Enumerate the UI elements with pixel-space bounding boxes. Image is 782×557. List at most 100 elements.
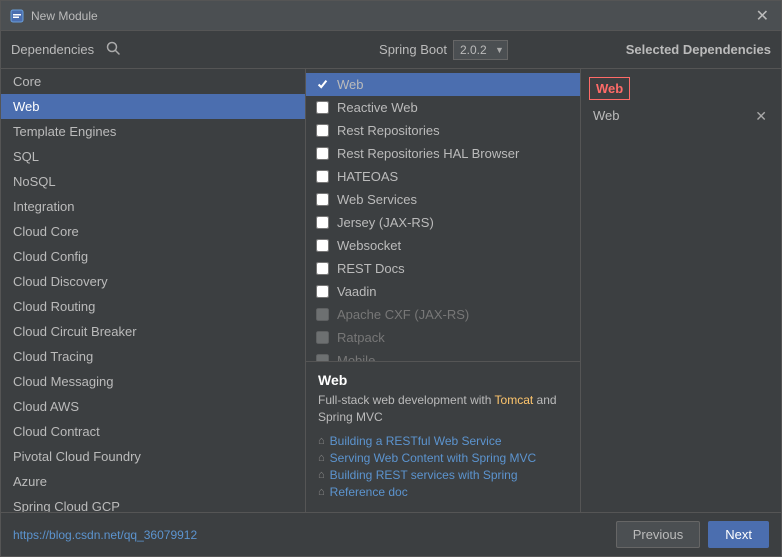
sidebar-item-nosql[interactable]: NoSQL	[1, 169, 305, 194]
top-bar-right: Selected Dependencies	[571, 42, 771, 57]
checkbox-rest-repositories-hal[interactable]	[316, 147, 329, 160]
sidebar-item-template-engines[interactable]: Template Engines	[1, 119, 305, 144]
next-button[interactable]: Next	[708, 521, 769, 548]
detail-highlight: Tomcat	[495, 393, 534, 407]
checkbox-hateoas[interactable]	[316, 170, 329, 183]
detail-panel: Web Full-stack web development with Tomc…	[306, 361, 580, 512]
checkbox-item-web[interactable]: Web	[306, 73, 580, 96]
checkbox-label-web: Web	[337, 77, 364, 92]
sidebar-item-sql[interactable]: SQL	[1, 144, 305, 169]
footer-url-text: https://blog.csdn.net/qq_36079912	[13, 528, 197, 542]
checkbox-rest-docs[interactable]	[316, 262, 329, 275]
checkbox-label-mobile: Mobile	[337, 353, 375, 361]
top-bar-left: Dependencies	[11, 39, 316, 60]
middle-panel: Web Reactive Web Rest Repositories Rest Rep…	[306, 69, 581, 512]
checkbox-item-reactive-web[interactable]: Reactive Web	[306, 96, 580, 119]
checkbox-item-rest-repositories-hal[interactable]: Rest Repositories HAL Browser	[306, 142, 580, 165]
checkbox-jersey[interactable]	[316, 216, 329, 229]
sidebar-item-cloud-aws[interactable]: Cloud AWS	[1, 394, 305, 419]
checkbox-websocket[interactable]	[316, 239, 329, 252]
sidebar-item-cloud-config[interactable]: Cloud Config	[1, 244, 305, 269]
link-icon-link2: ⌂	[318, 452, 325, 464]
sidebar-item-integration[interactable]: Integration	[1, 194, 305, 219]
title-bar: New Module ✕	[1, 1, 781, 31]
sidebar-item-azure[interactable]: Azure	[1, 469, 305, 494]
sidebar-item-cloud-core[interactable]: Cloud Core	[1, 219, 305, 244]
checkbox-label-vaadin: Vaadin	[337, 284, 377, 299]
sidebar-item-cloud-discovery[interactable]: Cloud Discovery	[1, 269, 305, 294]
link-anchor-link1[interactable]: Building a RESTful Web Service	[330, 434, 502, 448]
spring-boot-version-select[interactable]: 2.0.2 2.1.0 2.1.1	[453, 40, 508, 60]
checkbox-web-services[interactable]	[316, 193, 329, 206]
checkbox-rest-repositories[interactable]	[316, 124, 329, 137]
detail-link-link1: ⌂ Building a RESTful Web Service	[318, 434, 568, 448]
link-anchor-link4[interactable]: Reference doc	[330, 485, 408, 499]
selected-chip-remove-button[interactable]: ✕	[753, 109, 769, 123]
checkbox-item-rest-docs[interactable]: REST Docs	[306, 257, 580, 280]
link-icon-link1: ⌂	[318, 435, 325, 447]
detail-link-link4: ⌂ Reference doc	[318, 485, 568, 499]
checkbox-reactive-web[interactable]	[316, 101, 329, 114]
selected-dependencies-label: Selected Dependencies	[626, 42, 771, 57]
selected-chip-web: Web ✕	[589, 106, 773, 125]
dialog-title: New Module	[31, 9, 752, 23]
checkbox-apache-cxf	[316, 308, 329, 321]
checkbox-label-jersey: Jersey (JAX-RS)	[337, 215, 434, 230]
checkbox-item-web-services[interactable]: Web Services	[306, 188, 580, 211]
checkbox-label-rest-repositories: Rest Repositories	[337, 123, 440, 138]
checkbox-item-rest-repositories[interactable]: Rest Repositories	[306, 119, 580, 142]
checkbox-item-jersey[interactable]: Jersey (JAX-RS)	[306, 211, 580, 234]
selected-group: Web Web ✕	[589, 77, 773, 125]
detail-link-link3: ⌂ Building REST services with Spring	[318, 468, 568, 482]
close-button[interactable]: ✕	[752, 6, 773, 26]
selected-group-title: Web	[589, 77, 630, 100]
checkbox-label-web-services: Web Services	[337, 192, 417, 207]
spring-boot-label: Spring Boot	[379, 42, 447, 57]
sidebar-item-cloud-messaging[interactable]: Cloud Messaging	[1, 369, 305, 394]
sidebar-item-cloud-routing[interactable]: Cloud Routing	[1, 294, 305, 319]
detail-description: Full-stack web development with Tomcat a…	[318, 392, 568, 426]
top-bar: Dependencies Spring Boot 2.0.2 2.1.0 2.1…	[1, 31, 781, 69]
sidebar-item-pivotal-cloud-foundry[interactable]: Pivotal Cloud Foundry	[1, 444, 305, 469]
checkbox-item-vaadin[interactable]: Vaadin	[306, 280, 580, 303]
spring-boot-version-wrapper: 2.0.2 2.1.0 2.1.1	[453, 40, 508, 60]
new-module-dialog: New Module ✕ Dependencies Spring Boot 2.…	[0, 0, 782, 557]
checkbox-item-mobile[interactable]: Mobile	[306, 349, 580, 361]
checkbox-item-websocket[interactable]: Websocket	[306, 234, 580, 257]
main-area: CoreWebTemplate EnginesSQLNoSQLIntegrati…	[1, 69, 781, 512]
right-panel: Web Web ✕	[581, 69, 781, 512]
checkbox-web[interactable]	[316, 78, 329, 91]
checkbox-label-rest-docs: REST Docs	[337, 261, 405, 276]
link-icon-link3: ⌂	[318, 469, 325, 481]
top-bar-center: Spring Boot 2.0.2 2.1.0 2.1.1	[316, 40, 571, 60]
link-icon-link4: ⌂	[318, 486, 325, 498]
link-anchor-link3[interactable]: Building REST services with Spring	[330, 468, 518, 482]
search-button[interactable]	[102, 39, 124, 60]
sidebar-item-cloud-contract[interactable]: Cloud Contract	[1, 419, 305, 444]
checkbox-mobile	[316, 354, 329, 361]
checkbox-item-apache-cxf[interactable]: Apache CXF (JAX-RS)	[306, 303, 580, 326]
sidebar-item-web[interactable]: Web	[1, 94, 305, 119]
sidebar-item-core[interactable]: Core	[1, 69, 305, 94]
detail-links: ⌂ Building a RESTful Web Service ⌂ Serving …	[318, 434, 568, 499]
checkbox-vaadin[interactable]	[316, 285, 329, 298]
footer: https://blog.csdn.net/qq_36079912 Previo…	[1, 512, 781, 556]
detail-link-link2: ⌂ Serving Web Content with Spring MVC	[318, 451, 568, 465]
checkbox-item-ratpack[interactable]: Ratpack	[306, 326, 580, 349]
dialog-icon	[9, 8, 25, 24]
dependencies-label: Dependencies	[11, 42, 94, 57]
link-anchor-link2[interactable]: Serving Web Content with Spring MVC	[330, 451, 537, 465]
sidebar-item-cloud-tracing[interactable]: Cloud Tracing	[1, 344, 305, 369]
checkbox-label-hateoas: HATEOAS	[337, 169, 398, 184]
detail-title: Web	[318, 372, 568, 388]
sidebar-item-spring-cloud-gcp[interactable]: Spring Cloud GCP	[1, 494, 305, 512]
checkbox-label-ratpack: Ratpack	[337, 330, 385, 345]
selected-chip-label: Web	[593, 108, 620, 123]
checkbox-label-apache-cxf: Apache CXF (JAX-RS)	[337, 307, 469, 322]
checkbox-label-websocket: Websocket	[337, 238, 401, 253]
checkbox-item-hateoas[interactable]: HATEOAS	[306, 165, 580, 188]
left-panel: CoreWebTemplate EnginesSQLNoSQLIntegrati…	[1, 69, 306, 512]
checkbox-ratpack	[316, 331, 329, 344]
sidebar-item-cloud-circuit-breaker[interactable]: Cloud Circuit Breaker	[1, 319, 305, 344]
checkbox-label-reactive-web: Reactive Web	[337, 100, 418, 115]
